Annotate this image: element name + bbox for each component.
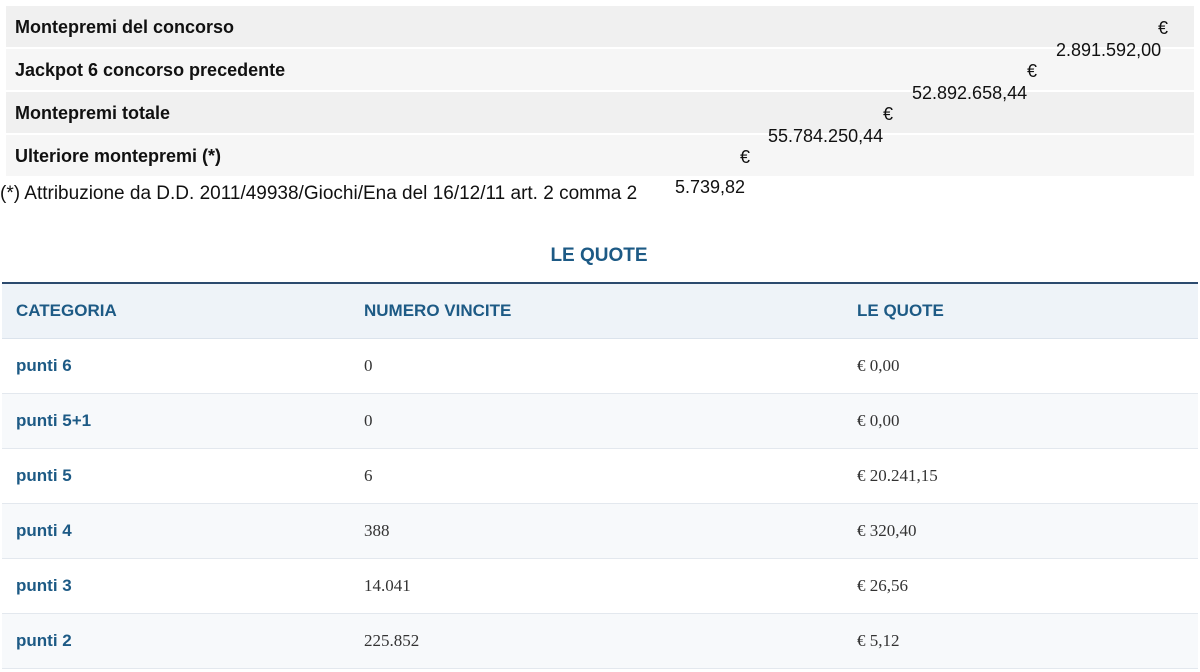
column-header-categoria: CATEGORIA: [2, 282, 350, 339]
summary-label: Montepremi del concorso: [15, 17, 235, 37]
prize-summary: Montepremi del concorso € Jackpot 6 conc…: [6, 6, 1194, 178]
quota-cell: € 5,12: [843, 613, 1198, 669]
wins-cell: 6: [350, 448, 843, 504]
table-row: punti 4 388 € 320,40: [2, 503, 1198, 559]
table-row: punti 3 14.041 € 26,56: [2, 558, 1198, 614]
column-header-numero-vincite: NUMERO VINCITE: [350, 282, 843, 339]
quotes-table: CATEGORIA NUMERO VINCITE LE QUOTE punti …: [2, 282, 1198, 669]
euro-symbol: €: [1027, 61, 1038, 81]
summary-value: 2.891.592,00: [1056, 40, 1162, 60]
wins-cell: 0: [350, 338, 843, 394]
summary-row-ulteriore: Ulteriore montepremi (*) € 55.784.250,44: [6, 126, 1194, 176]
wins-cell: 388: [350, 503, 843, 559]
euro-symbol: €: [1158, 18, 1169, 38]
table-header-row: CATEGORIA NUMERO VINCITE LE QUOTE: [2, 282, 1198, 339]
summary-value: 52.892.658,44: [912, 83, 1028, 103]
category-cell: punti 4: [2, 503, 350, 559]
euro-symbol: €: [740, 147, 751, 167]
quota-cell: € 0,00: [843, 393, 1198, 449]
quota-cell: € 26,56: [843, 558, 1198, 614]
column-header-le-quote: LE QUOTE: [843, 282, 1198, 339]
table-row: punti 6 0 € 0,00: [2, 338, 1198, 394]
footnote-value: 5.739,82: [675, 177, 746, 197]
quota-cell: € 20.241,15: [843, 448, 1198, 504]
summary-label: Montepremi totale: [15, 103, 171, 123]
category-cell: punti 5+1: [2, 393, 350, 449]
section-title: LE QUOTE: [550, 245, 648, 266]
category-cell: punti 2: [2, 613, 350, 669]
category-cell: punti 5: [2, 448, 350, 504]
summary-row-montepremi-concorso: Montepremi del concorso €: [6, 6, 1194, 47]
summary-label: Ulteriore montepremi (*): [15, 146, 222, 166]
table-row: punti 2 225.852 € 5,12: [2, 613, 1198, 669]
category-cell: punti 3: [2, 558, 350, 614]
category-cell: punti 6: [2, 338, 350, 394]
wins-cell: 225.852: [350, 613, 843, 669]
summary-row-montepremi-totale: Montepremi totale € 52.892.658,44: [6, 83, 1194, 133]
quota-cell: € 0,00: [843, 338, 1198, 394]
quota-cell: € 320,40: [843, 503, 1198, 559]
wins-cell: 0: [350, 393, 843, 449]
table-row: punti 5 6 € 20.241,15: [2, 448, 1198, 504]
footnote: (*) Attribuzione da D.D. 2011/49938/Gioc…: [0, 183, 638, 204]
summary-value: 55.784.250,44: [768, 126, 884, 146]
wins-cell: 14.041: [350, 558, 843, 614]
summary-label: Jackpot 6 concorso precedente: [15, 60, 286, 80]
table-row: punti 5+1 0 € 0,00: [2, 393, 1198, 449]
euro-symbol: €: [883, 104, 894, 124]
